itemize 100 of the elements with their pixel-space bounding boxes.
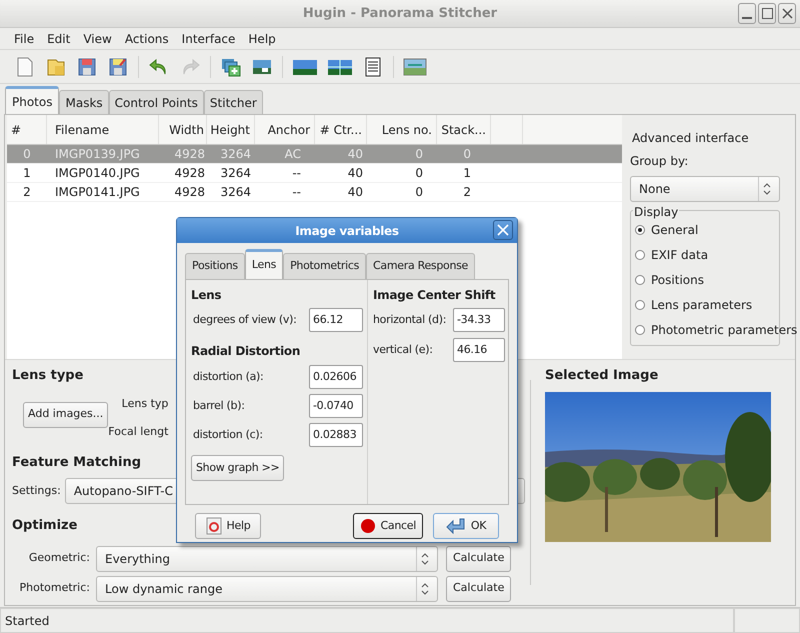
table-cell-text: AC — [284, 146, 302, 163]
section-heading: Feature Matching — [12, 454, 142, 472]
cancel-button[interactable]: Cancel — [352, 513, 423, 539]
menu-item[interactable]: Edit — [47, 30, 70, 48]
tab[interactable]: Masks — [59, 90, 109, 114]
dialog-tab[interactable]: Photometrics — [283, 253, 366, 279]
lifebuoy-icon — [206, 517, 222, 535]
optimize-select[interactable]: Everything — [96, 546, 438, 572]
table-cell-text: 2 — [462, 184, 472, 201]
table-cell-text: 40 — [346, 146, 364, 163]
section-heading: Optimize — [12, 517, 78, 535]
field-label: degrees of view (v): — [192, 312, 298, 328]
table-cell-text: 0 — [22, 146, 32, 163]
radio-button[interactable] — [635, 325, 645, 335]
dialog-tab[interactable]: Positions — [185, 253, 245, 279]
close-button[interactable] — [493, 220, 513, 240]
input-field[interactable]: -0.0740 — [309, 394, 363, 418]
radio-label: General — [651, 222, 698, 239]
radio-button[interactable] — [635, 300, 645, 310]
field-label: barrel (b): — [192, 398, 246, 414]
window-title: Hugin - Panorama Stitcher — [302, 4, 498, 23]
stop-icon — [360, 518, 376, 534]
table-cell-text: 0 — [462, 146, 472, 163]
ok-button[interactable]: OK — [433, 513, 499, 539]
field-label: vertical (e): — [373, 342, 434, 358]
column-header[interactable]: # — [7, 115, 47, 144]
menu-item[interactable]: Help — [248, 30, 276, 48]
input-field[interactable]: 0.02606 — [309, 365, 363, 389]
close-button[interactable] — [778, 3, 796, 24]
minimize-icon — [742, 17, 752, 19]
section-heading: Image Center Shift — [373, 287, 496, 304]
field-label: Geometric: — [28, 550, 91, 566]
field-label: distortion (a): — [192, 368, 264, 385]
status-text: Started — [0, 608, 734, 633]
maximize-button[interactable] — [758, 3, 776, 24]
input-field[interactable]: -34.33 — [453, 308, 505, 332]
maximize-icon — [762, 8, 772, 19]
field-label: Focal lengt — [108, 424, 168, 440]
radio-label: Positions — [651, 272, 704, 289]
spinner-arrows-icon — [763, 183, 771, 195]
menu-item[interactable]: File — [14, 30, 34, 48]
optimize-select[interactable]: Low dynamic range — [96, 576, 438, 602]
floppy-pencil-icon[interactable] — [107, 56, 129, 78]
table-cell-text: IMGP0139.JPG — [54, 146, 141, 163]
field-label: Photometric: — [18, 580, 91, 596]
section-heading: Lens — [191, 287, 222, 304]
menu-item[interactable]: Actions — [124, 30, 169, 48]
input-field[interactable]: 46.16 — [453, 338, 505, 362]
input-field[interactable]: 0.02883 — [309, 423, 363, 447]
table-cell-text: 4928 — [173, 146, 206, 163]
table-cell-text: 4928 — [173, 165, 206, 182]
add-images-button[interactable]: Add images... — [23, 402, 108, 428]
section-heading: Radial Distortion — [191, 343, 300, 360]
radio-label: Photometric parameters — [651, 322, 798, 339]
spinner-arrows-icon — [421, 552, 429, 564]
column-header[interactable]: Width — [159, 115, 207, 144]
radio-button[interactable] — [635, 275, 645, 285]
radio-button[interactable] — [635, 225, 645, 235]
table-cell-text: 0 — [414, 184, 424, 201]
column-header[interactable]: Stack... — [437, 115, 491, 144]
table-cell-text: 3264 — [219, 146, 252, 163]
field-label: horizontal (d): — [373, 312, 448, 328]
show-graph-button[interactable]: Show graph >> — [191, 455, 284, 481]
radio-label: EXIF data — [651, 247, 708, 264]
tab[interactable]: Stitcher — [204, 90, 263, 114]
tab[interactable]: Control Points — [108, 90, 204, 114]
section-heading: Selected Image — [545, 367, 660, 385]
calculate-button[interactable]: Calculate — [446, 576, 512, 602]
close-icon — [497, 224, 509, 236]
table-cell-text: 3264 — [219, 184, 252, 201]
minimize-button[interactable] — [738, 3, 756, 24]
radio-button[interactable] — [635, 250, 645, 260]
enter-arrow-icon — [446, 518, 466, 534]
section-heading: Lens type — [12, 367, 84, 385]
tab[interactable]: Photos — [5, 86, 60, 114]
column-header[interactable]: Lens no. — [367, 115, 437, 144]
table-cell-text: -- — [291, 165, 302, 182]
radio-label: Lens parameters — [651, 297, 752, 314]
table-cell-text: 1 — [462, 165, 472, 182]
dialog-tab[interactable]: Lens — [244, 249, 284, 279]
dialog-title: Image variables — [295, 222, 399, 240]
help-button[interactable]: Help — [195, 513, 261, 539]
column-header[interactable]: Anchor — [255, 115, 315, 144]
column-header[interactable]: Filename — [47, 115, 159, 144]
menu-item[interactable]: View — [83, 30, 112, 48]
table-cell-text: 3264 — [219, 165, 252, 182]
calculate-button[interactable]: Calculate — [446, 546, 512, 572]
column-header[interactable]: Height — [207, 115, 255, 144]
table-cell-text: 0 — [414, 165, 424, 182]
field-label: Lens typ — [122, 396, 168, 412]
dialog-tab[interactable]: Camera Response — [366, 253, 476, 279]
table-cell-text: 40 — [346, 184, 364, 201]
table-cell-text: 0 — [414, 146, 424, 163]
spinner-arrows-icon — [421, 582, 429, 594]
table-cell-text: 1 — [22, 165, 32, 182]
column-header[interactable]: # Ctr... — [315, 115, 367, 144]
menu-item[interactable]: Interface — [182, 30, 236, 48]
group-by-select[interactable]: None — [630, 176, 780, 202]
panorama-icon[interactable] — [403, 56, 427, 78]
input-field[interactable]: 66.12 — [309, 308, 363, 332]
